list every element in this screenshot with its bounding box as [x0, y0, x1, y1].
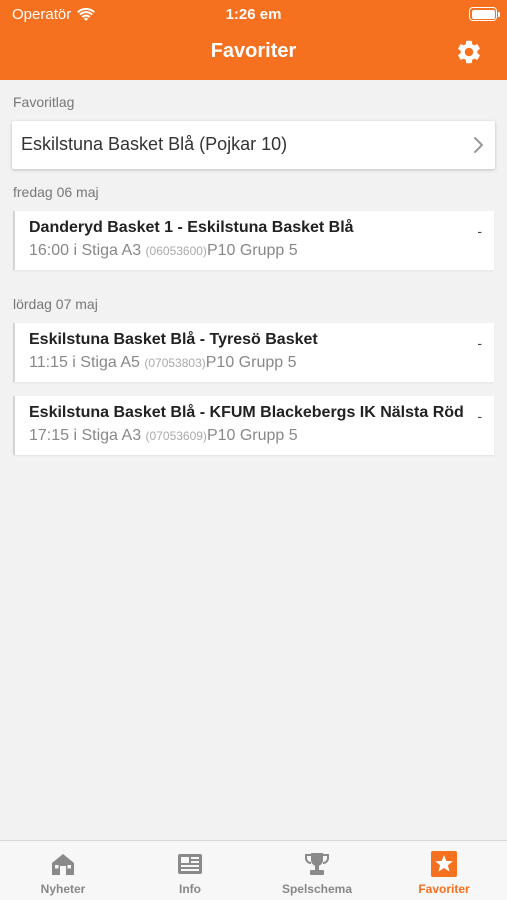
match-score: - — [477, 335, 482, 351]
battery-icon — [469, 7, 500, 21]
match-row[interactable]: Eskilstuna Basket Blå - KFUM Blackebergs… — [13, 396, 494, 455]
day-label: fredag 06 maj — [13, 184, 99, 200]
tab-spelschema[interactable]: Spelschema — [254, 841, 380, 900]
gear-icon[interactable] — [455, 38, 483, 66]
match-score: - — [477, 223, 482, 239]
match-group: P10 Grupp 5 — [205, 354, 297, 371]
match-details: 11:15 i Stiga A5 (07053803)P10 Grupp 5 — [29, 354, 296, 372]
match-teams: Eskilstuna Basket Blå - KFUM Blackebergs… — [29, 404, 464, 421]
match-row[interactable]: Eskilstuna Basket Blå - Tyresö Basket 11… — [13, 323, 494, 382]
status-bar: Operatör 1:26 em — [0, 0, 507, 28]
match-code: (06053600) — [145, 244, 207, 258]
match-teams: Eskilstuna Basket Blå - Tyresö Basket — [29, 331, 318, 348]
match-group: P10 Grupp 5 — [206, 427, 298, 444]
newspaper-icon — [178, 854, 202, 874]
match-row[interactable]: Danderyd Basket 1 - Eskilstuna Basket Bl… — [13, 211, 494, 270]
match-code: (07053609) — [145, 429, 207, 443]
match-time-place: 11:15 i Stiga A5 — [29, 354, 140, 371]
tab-bar: Nyheter Info Spelschema Favoriter — [0, 840, 507, 900]
page-title: Favoriter — [210, 40, 297, 62]
tab-label: Info — [179, 882, 201, 896]
match-teams: Danderyd Basket 1 - Eskilstuna Basket Bl… — [29, 219, 354, 236]
trophy-icon — [305, 853, 329, 875]
match-details: 17:15 i Stiga A3 (07053609)P10 Grupp 5 — [29, 427, 298, 445]
tab-nyheter[interactable]: Nyheter — [0, 841, 126, 900]
house-icon — [52, 854, 74, 875]
chevron-right-icon — [474, 137, 483, 153]
tab-label: Favoriter — [418, 882, 470, 896]
day-label: lördag 07 maj — [13, 296, 98, 312]
match-time-place: 16:00 i Stiga A3 — [29, 242, 142, 259]
match-code: (07053803) — [144, 356, 206, 370]
match-group: P10 Grupp 5 — [206, 242, 298, 259]
favorites-section-label: Favoritlag — [13, 94, 75, 110]
tab-label: Nyheter — [40, 882, 86, 896]
status-time: 1:26 em — [225, 6, 282, 23]
tab-favoriter[interactable]: Favoriter — [381, 841, 507, 900]
app-header: Operatör 1:26 em Favoriter — [0, 0, 507, 80]
match-score: - — [477, 408, 482, 424]
star-icon — [431, 851, 457, 877]
favorite-team-card[interactable]: Eskilstuna Basket Blå (Pojkar 10) — [12, 121, 495, 169]
tab-label: Spelschema — [281, 882, 353, 896]
tab-info[interactable]: Info — [127, 841, 253, 900]
match-time-place: 17:15 i Stiga A3 — [29, 427, 142, 444]
favorite-team-name: Eskilstuna Basket Blå (Pojkar 10) — [21, 134, 288, 154]
match-details: 16:00 i Stiga A3 (06053600)P10 Grupp 5 — [29, 242, 298, 260]
